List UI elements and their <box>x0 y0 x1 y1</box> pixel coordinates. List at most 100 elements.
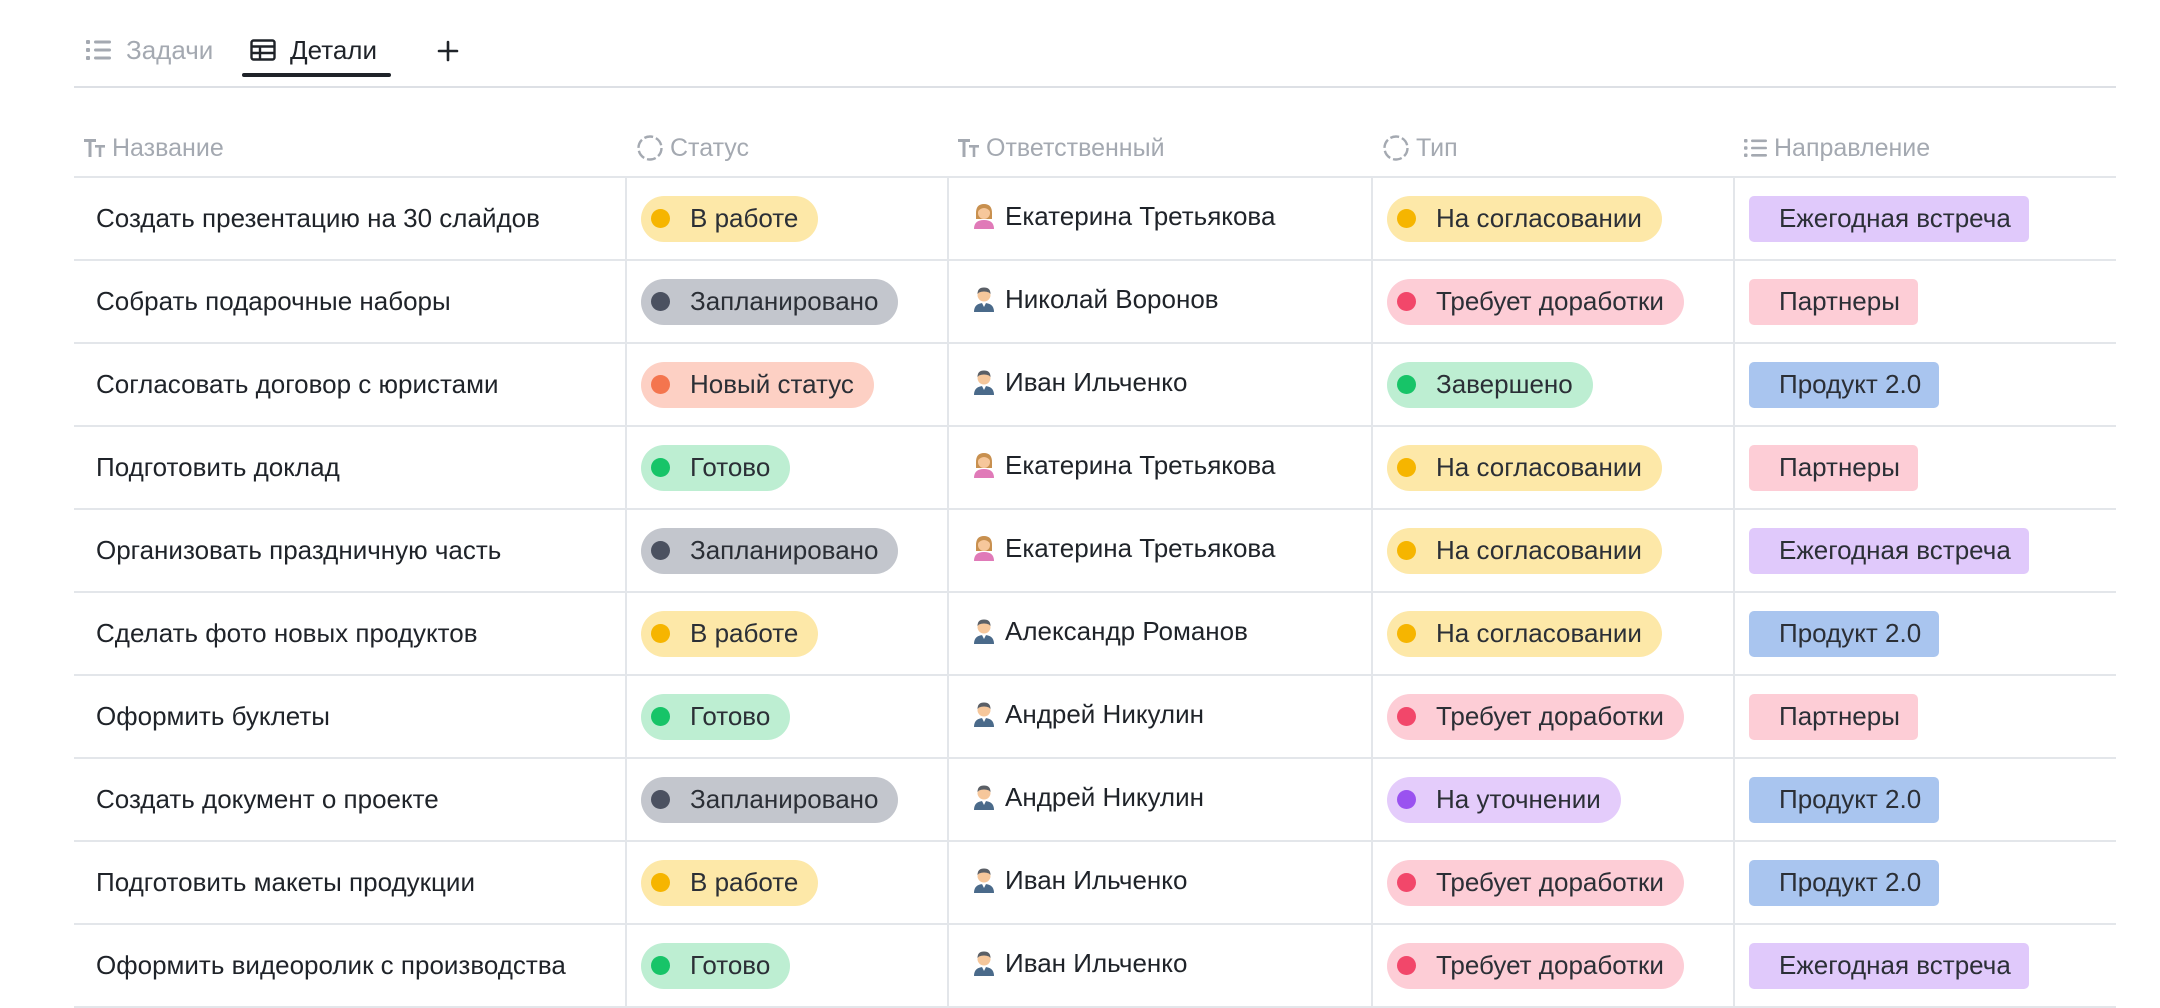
owner-cell[interactable]: Александр Романов <box>948 592 1373 676</box>
table-row[interactable]: Сделать фото новых продуктов В работе Алек… <box>74 592 2116 676</box>
type-pill[interactable]: Требует доработки <box>1387 859 1684 906</box>
direction-cell[interactable]: Партнеры <box>1734 426 2116 510</box>
type-cell[interactable]: Требует доработки <box>1372 841 1735 925</box>
owner-cell[interactable]: Андрей Никулин <box>948 758 1373 842</box>
status-pill[interactable]: Запланировано <box>641 776 899 823</box>
task-name-cell[interactable]: Организовать праздничную часть <box>74 509 627 593</box>
direction-cell[interactable]: Партнеры <box>1734 260 2116 344</box>
task-name-cell[interactable]: Согласовать договор с юристами <box>74 343 627 427</box>
direction-tag[interactable]: Партнеры <box>1749 444 1918 491</box>
task-name-cell[interactable]: Оформить видеоролик с производства <box>74 924 627 1008</box>
type-pill[interactable]: Требует доработки <box>1387 942 1684 989</box>
type-pill[interactable]: На согласовании <box>1387 610 1662 657</box>
owner-cell[interactable]: Екатерина Третьякова <box>948 177 1373 261</box>
status-cell[interactable]: Запланировано <box>626 758 949 842</box>
owner-cell[interactable]: Екатерина Третьякова <box>948 426 1373 510</box>
type-cell[interactable]: На согласовании <box>1372 509 1735 593</box>
direction-tag[interactable]: Ежегодная встреча <box>1749 942 2029 989</box>
column-header[interactable]: Название <box>74 120 626 178</box>
table-row[interactable]: Оформить видеоролик с производства Готово… <box>74 924 2116 1008</box>
task-name-cell[interactable]: Подготовить доклад <box>74 426 627 510</box>
direction-tag[interactable]: Ежегодная встреча <box>1749 527 2029 574</box>
status-cell[interactable]: Готово <box>626 426 949 510</box>
type-cell[interactable]: Требует доработки <box>1372 675 1735 759</box>
direction-tag[interactable]: Продукт 2.0 <box>1749 859 1940 906</box>
column-header[interactable]: Тип <box>1372 120 1734 178</box>
type-cell[interactable]: Требует доработки <box>1372 260 1735 344</box>
type-pill[interactable]: На согласовании <box>1387 527 1662 574</box>
status-cell[interactable]: Запланировано <box>626 260 949 344</box>
direction-cell[interactable]: Продукт 2.0 <box>1734 343 2116 427</box>
direction-cell[interactable]: Ежегодная встреча <box>1734 177 2116 261</box>
type-label: Требует доработки <box>1436 286 1664 316</box>
status-cell[interactable]: Запланировано <box>626 509 949 593</box>
table-row[interactable]: Подготовить макеты продукции В работе Иван… <box>74 841 2116 925</box>
table-row[interactable]: Создать документ о проекте Запланировано А… <box>74 758 2116 842</box>
type-pill[interactable]: На согласовании <box>1387 195 1662 242</box>
status-pill[interactable]: Запланировано <box>641 527 899 574</box>
table-row[interactable]: Создать презентацию на 30 слайдов В работ… <box>74 177 2116 261</box>
direction-tag[interactable]: Продукт 2.0 <box>1749 776 1940 823</box>
status-cell[interactable]: В работе <box>626 177 949 261</box>
status-cell[interactable]: Новый статус <box>626 343 949 427</box>
status-cell[interactable]: В работе <box>626 592 949 676</box>
type-pill[interactable]: Требует доработки <box>1387 278 1684 325</box>
owner-cell[interactable]: Андрей Никулин <box>948 675 1373 759</box>
status-cell[interactable]: Готово <box>626 924 949 1008</box>
type-cell[interactable]: Требует доработки <box>1372 924 1735 1008</box>
status-pill[interactable]: В работе <box>641 610 819 657</box>
type-pill[interactable]: На согласовании <box>1387 444 1662 491</box>
type-cell[interactable]: Завершено <box>1372 343 1735 427</box>
status-pill[interactable]: Готово <box>641 942 791 989</box>
status-cell[interactable]: В работе <box>626 841 949 925</box>
type-pill[interactable]: Завершено <box>1387 361 1593 408</box>
type-pill[interactable]: Требует доработки <box>1387 693 1684 740</box>
type-cell[interactable]: На согласовании <box>1372 177 1735 261</box>
owner-cell[interactable]: Иван Ильченко <box>948 924 1373 1008</box>
column-header[interactable]: Направление <box>1734 120 2116 178</box>
table-row[interactable]: Подготовить доклад Готово Екатерина Третья… <box>74 426 2116 510</box>
type-cell[interactable]: На уточнении <box>1372 758 1735 842</box>
owner-cell[interactable]: Николай Воронов <box>948 260 1373 344</box>
direction-tag[interactable]: Партнеры <box>1749 693 1918 740</box>
tab-details[interactable]: Детали <box>242 26 391 77</box>
direction-tag[interactable]: Продукт 2.0 <box>1749 361 1940 408</box>
direction-cell[interactable]: Продукт 2.0 <box>1734 592 2116 676</box>
direction-cell[interactable]: Ежегодная встреча <box>1734 924 2116 1008</box>
type-cell[interactable]: На согласовании <box>1372 592 1735 676</box>
column-header[interactable]: Ответственный <box>948 120 1372 178</box>
status-pill[interactable]: Готово <box>641 444 791 491</box>
direction-tag[interactable]: Ежегодная встреча <box>1749 195 2029 242</box>
task-name-cell[interactable]: Подготовить макеты продукции <box>74 841 627 925</box>
direction-cell[interactable]: Ежегодная встреча <box>1734 509 2116 593</box>
table-row[interactable]: Оформить буклеты Готово Андрей Никулин Треб… <box>74 675 2116 759</box>
direction-cell[interactable]: Партнеры <box>1734 675 2116 759</box>
status-pill[interactable]: Новый статус <box>641 361 874 408</box>
owner-cell[interactable]: Екатерина Третьякова <box>948 509 1373 593</box>
owner-cell[interactable]: Иван Ильченко <box>948 343 1373 427</box>
status-cell[interactable]: Готово <box>626 675 949 759</box>
table-row[interactable]: Согласовать договор с юристами Новый стат… <box>74 343 2116 427</box>
task-name-cell[interactable]: Собрать подарочные наборы <box>74 260 627 344</box>
direction-cell[interactable]: Продукт 2.0 <box>1734 758 2116 842</box>
column-header[interactable]: Статус <box>626 120 948 178</box>
task-name-cell[interactable]: Создать документ о проекте <box>74 758 627 842</box>
type-pill[interactable]: На уточнении <box>1387 776 1621 823</box>
status-pill[interactable]: Запланировано <box>641 278 899 325</box>
tab-tasks[interactable]: Задачи <box>86 26 213 74</box>
table-row[interactable]: Собрать подарочные наборы Запланировано Ни… <box>74 260 2116 344</box>
status-pill[interactable]: Готово <box>641 693 791 740</box>
task-name-cell[interactable]: Создать презентацию на 30 слайдов <box>74 177 627 261</box>
status-dot <box>651 956 670 975</box>
owner-cell[interactable]: Иван Ильченко <box>948 841 1373 925</box>
status-pill[interactable]: В работе <box>641 195 819 242</box>
add-tab-button[interactable] <box>428 28 468 74</box>
direction-tag[interactable]: Партнеры <box>1749 278 1918 325</box>
status-pill[interactable]: В работе <box>641 859 819 906</box>
type-cell[interactable]: На согласовании <box>1372 426 1735 510</box>
direction-tag[interactable]: Продукт 2.0 <box>1749 610 1940 657</box>
direction-cell[interactable]: Продукт 2.0 <box>1734 841 2116 925</box>
table-row[interactable]: Организовать праздничную часть Запланиров… <box>74 509 2116 593</box>
task-name-cell[interactable]: Оформить буклеты <box>74 675 627 759</box>
task-name-cell[interactable]: Сделать фото новых продуктов <box>74 592 627 676</box>
